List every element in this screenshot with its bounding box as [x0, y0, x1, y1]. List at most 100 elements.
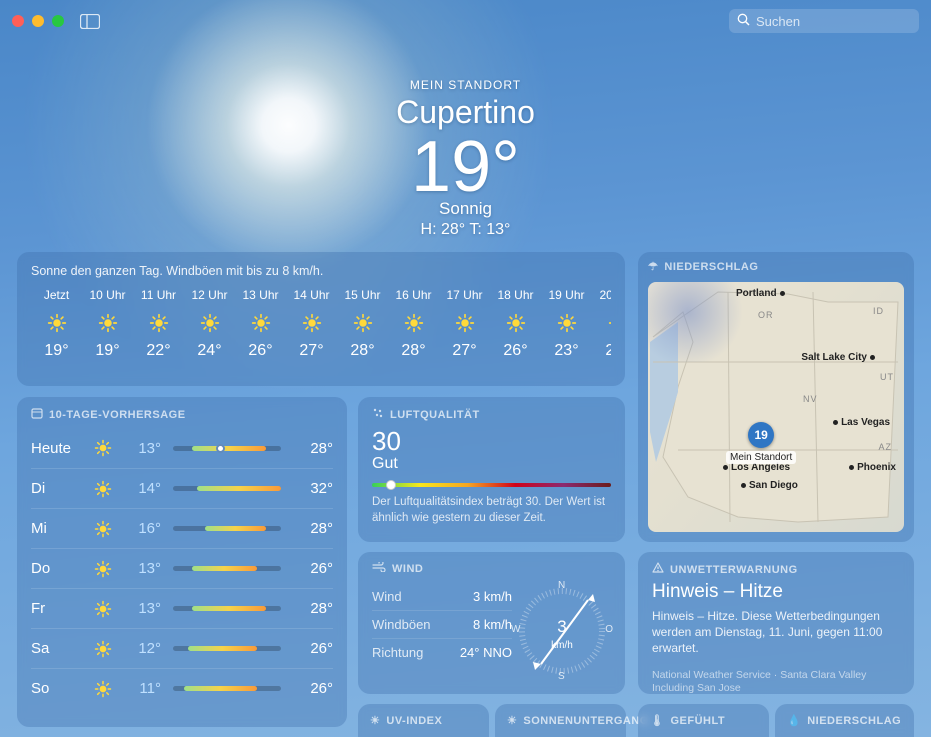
sun-icon	[439, 310, 490, 336]
hour-label: 14 Uhr	[286, 288, 337, 302]
hour-label: 15 Uhr	[337, 288, 388, 302]
air-quality-card[interactable]: LUFTQUALITÄT 30 Gut Der Luftqualitätsind…	[358, 397, 625, 542]
warning-icon	[652, 562, 664, 577]
hourly-item[interactable]: 12 Uhr24°	[184, 288, 235, 360]
low-temp: 14°	[121, 480, 161, 497]
sun-icon	[85, 439, 121, 457]
hour-label: 17 Uhr	[439, 288, 490, 302]
severe-weather-card[interactable]: UNWETTERWARNUNG Hinweis – Hitze Hinweis …	[638, 552, 914, 694]
precipitation-map-card[interactable]: ☂NIEDERSCHLAG Portland Salt Lake City La…	[638, 252, 914, 542]
city-label: Phoenix	[846, 462, 896, 473]
my-location-label: MEIN STANDORT	[0, 78, 931, 92]
card-title: 10-TAGE-VORHERSAGE	[49, 409, 186, 421]
precipitation-card[interactable]: 💧NIEDERSCHLAG	[775, 704, 914, 737]
hourly-item[interactable]: 20 Uhr21°	[592, 288, 611, 360]
sun-icon	[286, 310, 337, 336]
sun-icon	[85, 520, 121, 538]
hour-temp: 24°	[184, 342, 235, 360]
search-icon	[737, 13, 750, 29]
ten-day-forecast-card[interactable]: 10-TAGE-VORHERSAGE Heute13°28° Di 14° 32° Mi…	[17, 397, 347, 727]
hour-label: 10 Uhr	[82, 288, 133, 302]
hour-temp: 19°	[82, 342, 133, 360]
day-name: Mi	[31, 520, 85, 537]
sun-icon	[85, 560, 121, 578]
card-title: UNWETTERWARNUNG	[670, 564, 798, 576]
sidebar-toggle-button[interactable]	[80, 14, 100, 29]
hour-label: 16 Uhr	[388, 288, 439, 302]
sun-icon	[541, 310, 592, 336]
hourly-item[interactable]: 16 Uhr 28°	[388, 288, 439, 360]
calendar-icon	[31, 407, 43, 422]
card-title: WIND	[392, 563, 423, 575]
hourly-item[interactable]: 17 Uhr 27°	[439, 288, 490, 360]
high-temp: 26°	[293, 680, 333, 697]
high-temp: 26°	[293, 640, 333, 657]
low-temp: 13°	[121, 600, 161, 617]
wind-key: Richtung	[372, 645, 423, 660]
hourly-item[interactable]: 13 Uhr26°	[235, 288, 286, 360]
sun-icon	[85, 600, 121, 618]
alert-body: Hinweis – Hitze. Diese Wetterbedingungen…	[652, 608, 900, 657]
fullscreen-window-button[interactable]	[52, 15, 64, 27]
hourly-item[interactable]: 14 Uhr 27°	[286, 288, 337, 360]
wind-value: 3 km/h	[473, 589, 512, 604]
high-temp: 26°	[293, 560, 333, 577]
day-name: Fr	[31, 600, 85, 617]
forecast-day-row[interactable]: Fr 13° 28°	[31, 588, 333, 628]
hour-temp: 27°	[286, 342, 337, 360]
temp-range-bar	[173, 526, 281, 531]
hourly-item[interactable]: Jetzt19°	[31, 288, 82, 360]
card-title: LUFTQUALITÄT	[390, 409, 480, 421]
hour-label: 11 Uhr	[133, 288, 184, 302]
high-temp: 32°	[293, 480, 333, 497]
sun-icon	[85, 680, 121, 698]
forecast-day-row[interactable]: So11°26°	[31, 668, 333, 708]
thermometer-icon: 🌡	[650, 714, 664, 727]
hour-label: 20 Uhr	[592, 288, 611, 302]
city-label: Las Vegas	[830, 417, 890, 428]
hour-temp: 23°	[541, 342, 592, 360]
hour-label: 13 Uhr	[235, 288, 286, 302]
hourly-item[interactable]: 10 Uhr 19°	[82, 288, 133, 360]
high-temp: 28°	[293, 520, 333, 537]
hour-temp: 26°	[490, 342, 541, 360]
uv-index-card[interactable]: ☀UV-INDEX	[358, 704, 489, 737]
hour-temp: 27°	[439, 342, 490, 360]
alert-title: Hinweis – Hitze	[652, 581, 900, 603]
aqi-icon	[372, 407, 384, 422]
forecast-day-row[interactable]: Sa12°26°	[31, 628, 333, 668]
aqi-rating: Gut	[372, 455, 611, 473]
close-window-button[interactable]	[12, 15, 24, 27]
search-input[interactable]	[756, 14, 911, 29]
hour-temp: 28°	[388, 342, 439, 360]
hourly-forecast-card[interactable]: Sonne den ganzen Tag. Windböen mit bis z…	[17, 252, 625, 386]
forecast-day-row[interactable]: Do13°26°	[31, 548, 333, 588]
hourly-item[interactable]: 11 Uhr 22°	[133, 288, 184, 360]
hour-temp: 22°	[133, 342, 184, 360]
temp-range-bar	[173, 566, 281, 571]
hourly-item[interactable]: 15 Uhr28°	[337, 288, 388, 360]
sunset-card[interactable]: ☀SONNENUNTERGANG	[495, 704, 626, 737]
hourly-item[interactable]: 18 Uhr26°	[490, 288, 541, 360]
my-location-pin[interactable]: 19 Mein Standort	[726, 422, 796, 464]
aqi-value: 30	[372, 426, 611, 457]
search-field[interactable]	[729, 9, 919, 33]
forecast-day-row[interactable]: Mi16°28°	[31, 508, 333, 548]
aqi-scale	[372, 483, 611, 487]
hourly-item[interactable]: 19 Uhr23°	[541, 288, 592, 360]
map-viewport[interactable]: Portland Salt Lake City Las Vegas Los An…	[648, 282, 904, 532]
day-name: Do	[31, 560, 85, 577]
sun-icon	[235, 310, 286, 336]
current-conditions: MEIN STANDORT Cupertino 19° Sonnig H: 28…	[0, 78, 931, 239]
day-name: Di	[31, 480, 85, 497]
city-label: Salt Lake City	[801, 352, 878, 363]
feels-like-card[interactable]: 🌡 GEFÜHLT	[638, 704, 769, 737]
forecast-day-row[interactable]: Di 14° 32°	[31, 468, 333, 508]
forecast-day-row[interactable]: Heute13°28°	[31, 428, 333, 468]
wind-icon	[372, 562, 386, 575]
wind-card[interactable]: WIND Wind3 km/hWindböen8 km/hRichtung24°…	[358, 552, 625, 694]
high-temp: 28°	[293, 600, 333, 617]
minimize-window-button[interactable]	[32, 15, 44, 27]
card-title: GEFÜHLT	[670, 715, 725, 727]
low-temp: 13°	[121, 440, 161, 457]
